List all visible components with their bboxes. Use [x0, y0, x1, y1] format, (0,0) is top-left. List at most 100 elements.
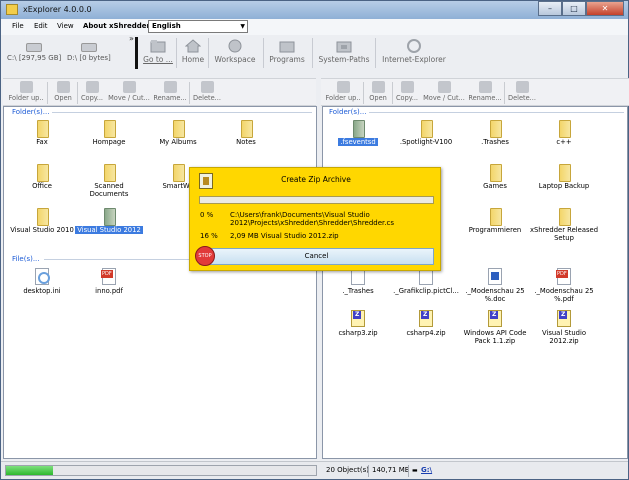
folder-icon: [171, 120, 185, 138]
left-delete-label: Delete...: [193, 94, 221, 102]
folder-label: Fax: [36, 138, 48, 146]
left-move-cut-label: Move / Cut...: [108, 94, 150, 102]
divider: [52, 112, 312, 113]
folder-item[interactable]: Laptop Backup: [529, 164, 599, 190]
programs-folder-icon: [279, 41, 295, 53]
left-open-label: Open: [54, 94, 72, 102]
left-file-pane[interactable]: Folder(s)... Fax Hompage My Albums Notes…: [3, 106, 317, 459]
folder-item[interactable]: Visual Studio 2010: [7, 208, 77, 234]
zip-progress-dialog: Create Zip Archive 0 % C:\Users\frank\Do…: [189, 167, 441, 271]
left-rename-button[interactable]: Rename...: [153, 81, 187, 105]
file-item[interactable]: csharp4.zip: [391, 310, 461, 337]
menu-about[interactable]: About xShredder: [83, 22, 150, 30]
menu-edit[interactable]: Edit: [34, 22, 48, 30]
right-folder-up-button[interactable]: Folder up..: [324, 81, 362, 105]
folder-item[interactable]: Hompage: [74, 120, 144, 146]
drive-bar: C:\ [297,95 GB] D:\ [0 bytes]: [3, 37, 135, 69]
internet-explorer-icon: [407, 39, 421, 53]
open-icon: [371, 81, 385, 93]
file-item[interactable]: Visual Studio 2012.zip: [529, 310, 599, 345]
workspace-label: Workspace: [214, 55, 256, 64]
file-label: ._Trashes: [342, 287, 374, 295]
goto-button[interactable]: Go to ...: [141, 39, 175, 67]
zip-file-icon: [351, 310, 365, 327]
folder-item[interactable]: .Spotlight-V100: [391, 120, 461, 146]
folder-label: Visual Studio 2010: [10, 226, 74, 234]
drive-c[interactable]: C:\ [297,95 GB]: [7, 43, 61, 62]
left-folder-up-button[interactable]: Folder up..: [7, 81, 45, 105]
file-item[interactable]: Windows API Code Pack 1.1.zip: [460, 310, 530, 345]
file-item[interactable]: inno.pdf: [74, 268, 144, 295]
divider: [176, 38, 177, 68]
right-copy-button[interactable]: Copy...: [394, 81, 420, 105]
divider: [263, 38, 264, 68]
current-file-path: C:\Users\frank\Documents\Visual Studio 2…: [230, 211, 395, 227]
drive-link[interactable]: G:\: [421, 466, 432, 474]
menu-bar: File Edit View About xShredder: [1, 19, 628, 35]
folder-item[interactable]: Games: [460, 164, 530, 190]
minimize-button[interactable]: –: [538, 1, 562, 16]
folder-item-selected[interactable]: .fseventsd: [323, 120, 393, 146]
menu-file[interactable]: File: [12, 22, 24, 30]
folder-item[interactable]: My Albums: [143, 120, 213, 146]
title-bar[interactable]: xExplorer 4.0.0.0 – □ ✕: [1, 1, 628, 19]
close-button[interactable]: ✕: [586, 1, 624, 16]
file-item[interactable]: desktop.ini: [7, 268, 77, 295]
folder-item-selected[interactable]: Visual Studio 2012: [74, 208, 144, 234]
stop-icon[interactable]: STOP: [195, 246, 215, 266]
zip-file-icon: [419, 310, 433, 327]
folder-icon: [35, 164, 49, 182]
system-paths-button[interactable]: System-Paths: [317, 39, 371, 67]
folder-item[interactable]: Fax: [7, 120, 77, 146]
right-rename-button[interactable]: Rename...: [468, 81, 502, 105]
home-button[interactable]: Home: [179, 39, 207, 67]
programs-button[interactable]: Programs: [267, 39, 307, 67]
folder-item[interactable]: Scanned Documents: [74, 164, 144, 198]
file-item[interactable]: ._Trashes: [323, 268, 393, 295]
file-item[interactable]: ._Modenschau 25 %.doc: [460, 268, 530, 303]
file-item[interactable]: csharp3.zip: [323, 310, 393, 337]
menu-view[interactable]: View: [57, 22, 74, 30]
cancel-button[interactable]: Cancel: [199, 248, 434, 265]
right-move-cut-button[interactable]: Move / Cut...: [422, 81, 466, 105]
file-label: inno.pdf: [95, 287, 123, 295]
left-move-cut-button[interactable]: Move / Cut...: [107, 81, 151, 105]
left-delete-button[interactable]: Delete...: [192, 81, 222, 105]
right-delete-button[interactable]: Delete...: [507, 81, 537, 105]
goto-label: Go to ...: [143, 55, 173, 64]
internet-explorer-button[interactable]: Internet-Explorer: [380, 39, 448, 67]
drive-d[interactable]: D:\ [0 bytes]: [67, 43, 111, 62]
folder-item[interactable]: c++: [529, 120, 599, 146]
folder-item[interactable]: .Trashes: [460, 120, 530, 146]
folder-item[interactable]: Programmieren: [460, 208, 530, 234]
language-select[interactable]: English ▼: [148, 20, 248, 33]
maximize-button[interactable]: □: [562, 1, 586, 16]
folder-icon: [557, 208, 571, 226]
folder-icon: [351, 120, 365, 138]
folder-label: .fseventsd: [338, 138, 378, 146]
folder-icon: [35, 120, 49, 138]
left-files-heading: File(s)...: [12, 255, 40, 263]
file-item[interactable]: ._Modenschau 25 %.pdf: [529, 268, 599, 303]
progress-fill: [6, 466, 53, 475]
right-delete-label: Delete...: [508, 94, 536, 102]
divider: [363, 82, 364, 104]
folder-icon: [239, 120, 253, 138]
left-open-button[interactable]: Open: [50, 81, 76, 105]
folder-item[interactable]: xShredder Released Setup: [529, 208, 599, 242]
progress-bar: [5, 465, 317, 476]
folder-label: Programmieren: [468, 226, 522, 234]
workspace-button[interactable]: Workspace: [211, 39, 259, 67]
app-folder-icon: [6, 4, 18, 15]
folder-item[interactable]: Notes: [211, 120, 281, 146]
right-folder-up-label: Folder up..: [325, 94, 361, 102]
left-copy-button[interactable]: Copy...: [79, 81, 105, 105]
folder-label: xShredder Released Setup: [529, 226, 599, 242]
right-file-pane[interactable]: Folder(s)... .fseventsd .Spotlight-V100 …: [322, 106, 628, 459]
chevron-more-icon[interactable]: »: [129, 34, 134, 43]
dialog-progress-bar: [199, 196, 434, 204]
folder-item[interactable]: Office: [7, 164, 77, 190]
file-item[interactable]: ._Grafikclip.pictCl...: [391, 268, 461, 295]
right-open-button[interactable]: Open: [365, 81, 391, 105]
home-label: Home: [181, 55, 205, 64]
